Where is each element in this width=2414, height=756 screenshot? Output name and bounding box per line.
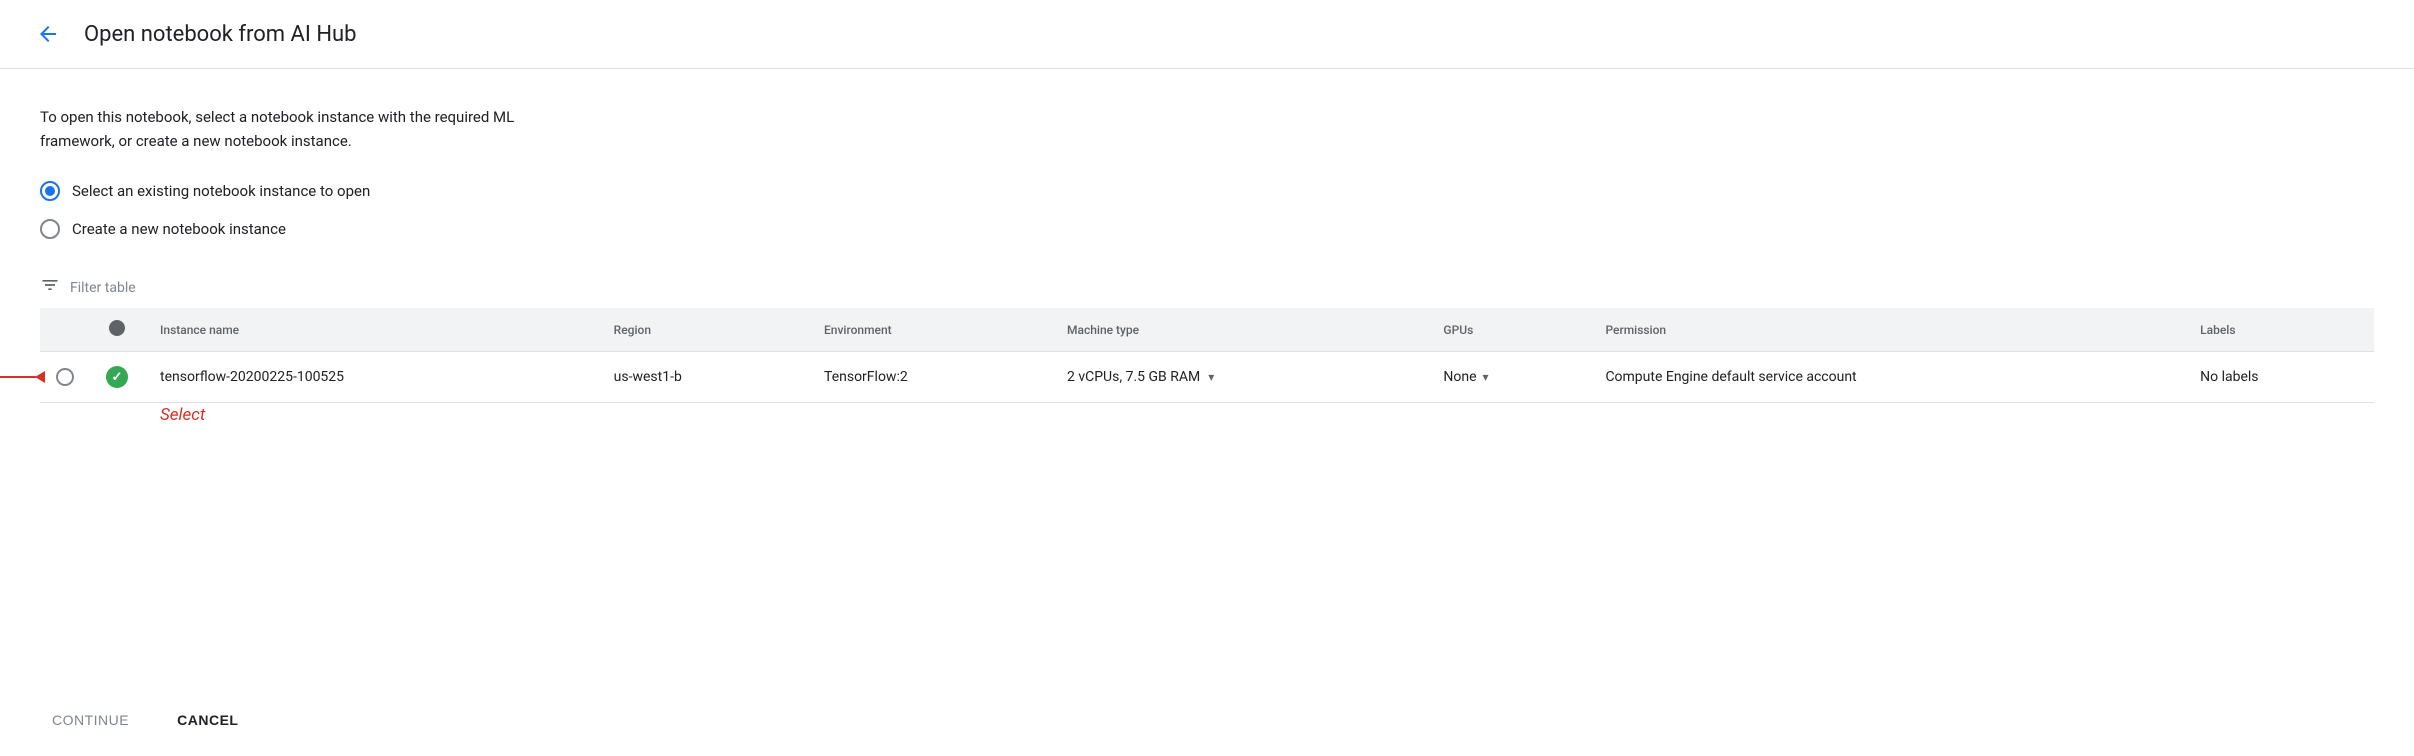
machine-type-dropdown-icon[interactable]: ▾ <box>1208 370 1214 384</box>
select-label: Select <box>160 405 205 425</box>
select-arrow-indicator <box>0 371 45 383</box>
gpus-cell: None ▾ <box>1443 369 1573 385</box>
row-status-cell <box>90 352 144 403</box>
running-status-icon <box>106 366 128 388</box>
col-header-region: Region <box>598 308 808 352</box>
col-header-permission: Permission <box>1589 308 2184 352</box>
row-instance-name: tensorflow-20200225-100525 <box>144 352 598 403</box>
table-header-row: Instance name Region Environment Machine… <box>40 308 2374 352</box>
arrow-head <box>35 371 45 383</box>
col-header-instance-name: Instance name <box>144 308 598 352</box>
row-radio-button[interactable] <box>56 368 74 386</box>
page-container: Open notebook from AI Hub To open this n… <box>0 0 2414 756</box>
radio-existing[interactable]: Select an existing notebook instance to … <box>40 181 2374 201</box>
radio-new-circle[interactable] <box>40 219 60 239</box>
col-header-environment: Environment <box>808 308 1051 352</box>
radio-new-label: Create a new notebook instance <box>72 220 286 238</box>
select-label-container: Select <box>160 405 2374 425</box>
row-machine-type: 2 vCPUs, 7.5 GB RAM ▾ <box>1051 352 1427 403</box>
filter-placeholder[interactable]: Filter table <box>70 280 136 296</box>
page-header: Open notebook from AI Hub <box>0 0 2414 69</box>
gpus-dropdown-icon[interactable]: ▾ <box>1483 370 1489 384</box>
row-permission: Compute Engine default service account <box>1589 352 2184 403</box>
instances-table: Instance name Region Environment Machine… <box>40 308 2374 403</box>
table-row: tensorflow-20200225-100525 us-west1-b Te… <box>40 352 2374 403</box>
instances-table-wrapper: Instance name Region Environment Machine… <box>40 308 2374 403</box>
radio-group: Select an existing notebook instance to … <box>40 181 2374 239</box>
filter-bar: Filter table <box>40 267 2374 308</box>
cancel-button[interactable]: CANCEL <box>165 704 250 736</box>
machine-type-cell: 2 vCPUs, 7.5 GB RAM ▾ <box>1067 369 1411 385</box>
page-title: Open notebook from AI Hub <box>84 22 357 47</box>
col-header-labels: Labels <box>2184 308 2374 352</box>
radio-existing-circle[interactable] <box>40 181 60 201</box>
main-content: To open this notebook, select a notebook… <box>0 69 2414 684</box>
continue-button[interactable]: CONTINUE <box>40 704 141 736</box>
status-header-dot <box>109 320 125 336</box>
back-button[interactable] <box>32 18 64 50</box>
footer-buttons: CONTINUE CANCEL <box>0 684 2414 756</box>
row-select-cell[interactable] <box>40 352 90 403</box>
row-gpus: None ▾ <box>1427 352 1589 403</box>
col-header-gpus: GPUs <box>1427 308 1589 352</box>
radio-existing-label: Select an existing notebook instance to … <box>72 182 370 200</box>
radio-new[interactable]: Create a new notebook instance <box>40 219 2374 239</box>
arrow-line <box>0 376 36 378</box>
row-labels: No labels <box>2184 352 2374 403</box>
row-environment: TensorFlow:2 <box>808 352 1051 403</box>
col-header-select <box>40 308 90 352</box>
description-text: To open this notebook, select a notebook… <box>40 105 740 153</box>
col-header-status <box>90 308 144 352</box>
row-region: us-west1-b <box>598 352 808 403</box>
col-header-machine-type: Machine type <box>1051 308 1427 352</box>
filter-icon <box>40 275 60 300</box>
